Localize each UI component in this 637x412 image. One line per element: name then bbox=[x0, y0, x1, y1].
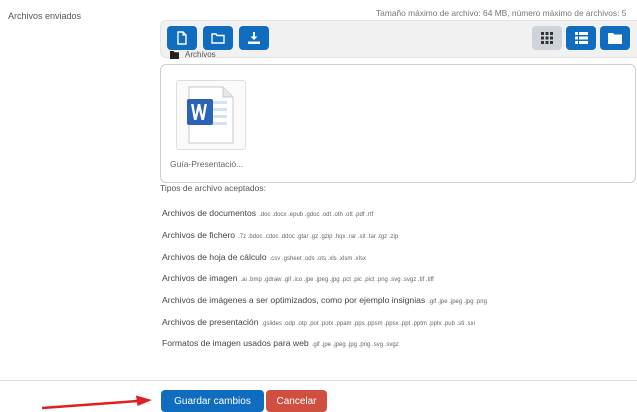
file-name[interactable]: Guía-Presentació... bbox=[170, 159, 243, 169]
file-type-extensions: .7z .bdoc .cdoc .ddoc .gtar .gz .gzip .h… bbox=[238, 234, 399, 240]
folder-icon bbox=[170, 50, 179, 59]
divider bbox=[0, 380, 637, 381]
file-type-label: Archivos de documentos bbox=[162, 208, 257, 218]
tree-view-icon bbox=[608, 33, 622, 44]
file-type-extensions: .csv .gsheet .ods .ots .xls .xlsm .xlsx bbox=[269, 256, 366, 262]
add-file-icon bbox=[177, 31, 187, 45]
download-icon bbox=[248, 32, 260, 44]
file-type-extensions: .ai .bmp .gdraw .gif .ico .jpe .jpeg .jp… bbox=[240, 277, 434, 283]
grid-view-button[interactable] bbox=[532, 26, 562, 50]
file-type-label: Archivos de fichero bbox=[162, 230, 236, 240]
word-document-icon bbox=[187, 86, 234, 144]
filemanager-toolbar bbox=[160, 20, 637, 58]
file-type-label: Archivos de imagen bbox=[162, 273, 238, 283]
list-view-button[interactable] bbox=[566, 26, 596, 50]
save-changes-button[interactable]: Guardar cambios bbox=[161, 390, 264, 412]
add-file-button[interactable] bbox=[167, 26, 197, 50]
file-type-extensions: .doc .docx .epub .gdoc .odt .oth .ott .p… bbox=[259, 212, 374, 218]
breadcrumb-label[interactable]: Archivos bbox=[185, 50, 216, 59]
list-view-icon bbox=[574, 32, 588, 44]
file-type-label: Formatos de imagen usados para web bbox=[162, 338, 309, 348]
file-type-extensions: .gif .jpe .jpeg .jpg .png .svg .svgz bbox=[311, 342, 399, 348]
file-type-row: Archivos de documentos .doc .docx .epub .… bbox=[162, 208, 373, 218]
file-type-extensions: .gif .jpe .jpeg .jpg .png bbox=[428, 299, 487, 305]
field-label: Archivos enviados bbox=[8, 11, 82, 21]
file-type-row: Archivos de hoja de cálculo .csv .gsheet … bbox=[162, 252, 366, 262]
cancel-button[interactable]: Cancelar bbox=[266, 390, 327, 412]
grid-view-icon bbox=[541, 32, 553, 44]
file-type-label: Archivos de hoja de cálculo bbox=[162, 252, 267, 262]
red-arrow-annotation bbox=[41, 395, 152, 410]
file-thumbnail[interactable] bbox=[176, 80, 246, 150]
breadcrumb: Archivos bbox=[170, 50, 216, 59]
accepted-types-heading: Tipos de archivo aceptados: bbox=[160, 183, 266, 193]
file-type-row: Archivos de presentación .gslides .odp .o… bbox=[162, 317, 475, 327]
download-button[interactable] bbox=[239, 26, 269, 50]
create-folder-icon bbox=[211, 33, 225, 44]
file-type-row: Archivos de fichero .7z .bdoc .cdoc .ddoc… bbox=[162, 230, 398, 240]
file-type-extensions: .gslides .odp .otp .pot .potx .ppam .pps… bbox=[261, 321, 475, 327]
tree-view-button[interactable] bbox=[600, 26, 630, 50]
file-limits-text: Tamaño máximo de archivo: 64 MB, número … bbox=[376, 8, 627, 18]
file-type-label: Archivos de imágenes a ser optimizados, … bbox=[162, 295, 426, 305]
file-type-row: Archivos de imagen .ai .bmp .gdraw .gif .… bbox=[162, 273, 434, 283]
file-type-row: Archivos de imágenes a ser optimizados, … bbox=[162, 295, 487, 305]
file-type-row: Formatos de imagen usados para web .gif .… bbox=[162, 338, 399, 348]
create-folder-button[interactable] bbox=[203, 26, 233, 50]
file-type-label: Archivos de presentación bbox=[162, 317, 259, 327]
